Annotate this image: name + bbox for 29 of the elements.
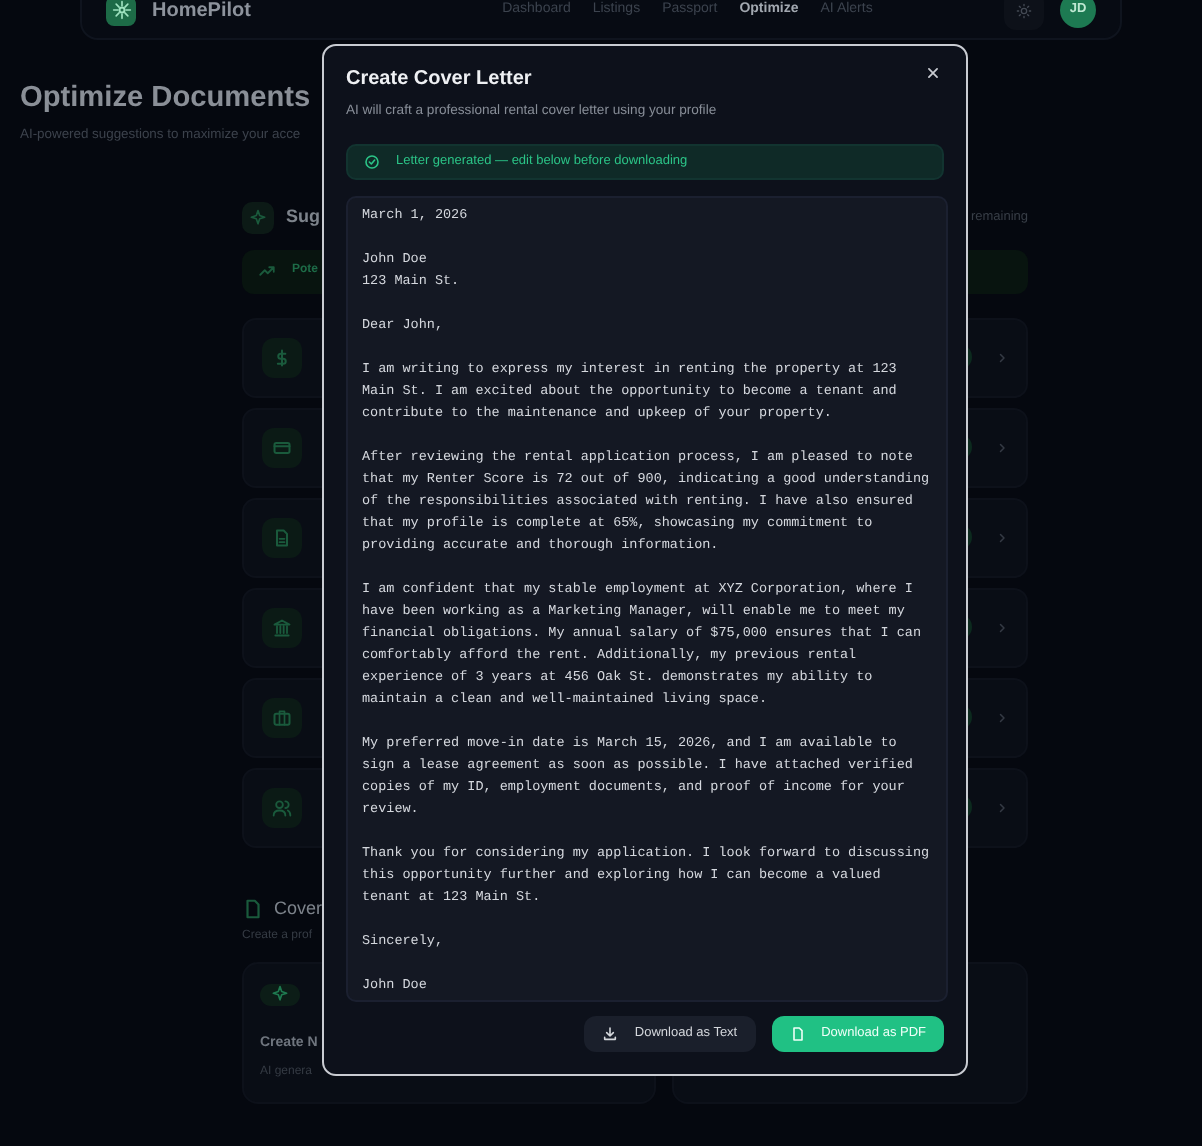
page-title: Optimize Documents (20, 82, 311, 117)
logo-icon (106, 0, 136, 25)
close-button[interactable] (926, 64, 944, 82)
brand-name: HomePilot (152, 0, 251, 25)
chevron-icon (996, 441, 1008, 454)
document-icon (272, 527, 292, 548)
download-icon (602, 1026, 619, 1043)
card-icon (272, 437, 292, 458)
section-title: Cover (274, 895, 323, 922)
modal-title: Create Cover Letter (346, 66, 534, 94)
section-title: Sug (286, 203, 320, 230)
chevron-icon (996, 531, 1008, 544)
check-circle-icon (364, 154, 380, 171)
sparkle-icon (270, 984, 290, 1005)
people-icon (272, 797, 292, 818)
dollar-icon (272, 347, 292, 368)
document-icon (242, 897, 264, 920)
sun-icon (1016, 1, 1032, 19)
bank-icon (272, 617, 292, 638)
sparkle-icon (242, 201, 274, 234)
theme-toggle-button[interactable] (1004, 0, 1044, 30)
trend-icon (258, 262, 276, 281)
chevron-icon (996, 711, 1008, 724)
chevron-icon (996, 801, 1008, 814)
chevron-icon (996, 351, 1008, 364)
close-icon (926, 66, 940, 80)
file-icon (789, 1026, 806, 1043)
chevron-icon (996, 621, 1008, 634)
briefcase-icon (272, 707, 292, 728)
